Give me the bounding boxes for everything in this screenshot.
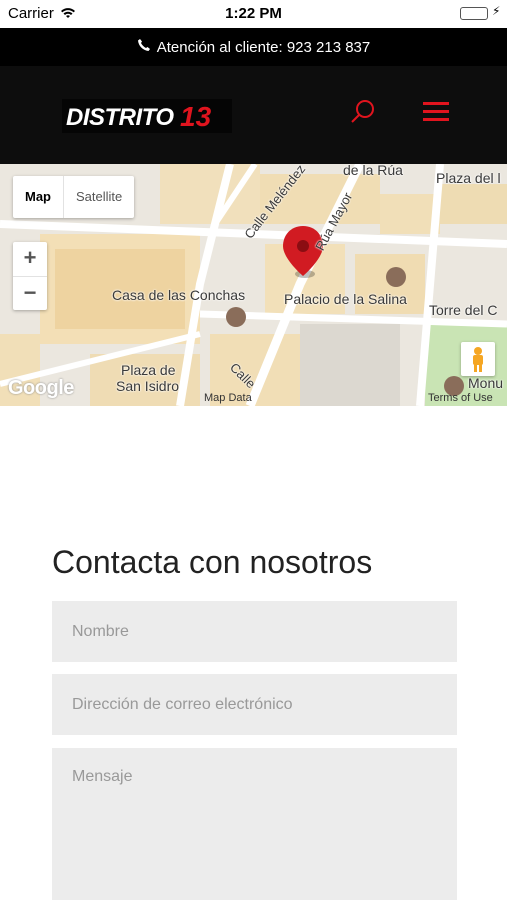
- name-input[interactable]: Nombre: [52, 601, 457, 662]
- clock: 1:22 PM: [225, 5, 282, 22]
- battery-icon: [460, 7, 488, 20]
- customer-service-bar[interactable]: Atención al cliente: 923 213 837: [0, 28, 507, 66]
- menu-bar-1: [423, 102, 449, 105]
- phone-icon: [137, 38, 151, 56]
- svg-text:DISTRITO: DISTRITO: [66, 104, 174, 131]
- zoom-in-button[interactable]: +: [13, 242, 47, 276]
- site-logo[interactable]: DISTRITO 13: [62, 99, 232, 133]
- map-label-torre-del: Torre del C: [429, 302, 498, 318]
- site-header: DISTRITO 13: [0, 66, 507, 164]
- menu-bar-2: [423, 110, 449, 113]
- status-bar: Carrier 1:22 PM ⚡: [0, 0, 507, 28]
- map-label-de-la-rua: de la Rúa: [343, 164, 403, 178]
- map-label-monu: Monu: [468, 375, 504, 391]
- map-type-map-button[interactable]: Map: [13, 176, 63, 218]
- zoom-out-button[interactable]: −: [13, 276, 47, 310]
- email-input[interactable]: Dirección de correo electrónico: [52, 674, 457, 735]
- customer-service-text: Atención al cliente: 923 213 837: [156, 38, 371, 56]
- map-label-plaza-de: Plaza de: [121, 362, 176, 378]
- svg-text:13: 13: [180, 101, 212, 132]
- terms-of-use-link[interactable]: Terms of Use: [428, 392, 493, 404]
- location-map[interactable]: Calle Meléndez de la Rúa Plaza del l Rúa…: [0, 164, 507, 406]
- message-textarea[interactable]: Mensaje: [52, 748, 457, 900]
- charging-icon: ⚡: [492, 4, 501, 18]
- contact-title: Contacta con nosotros: [52, 544, 373, 580]
- map-label-san-isidro: San Isidro: [116, 378, 180, 394]
- google-logo: Google: [8, 377, 74, 399]
- hamburger-menu-button[interactable]: [423, 102, 449, 122]
- map-label-plaza-del: Plaza del l: [436, 170, 501, 186]
- map-label-palacio-salina: Palacio de la Salina: [284, 291, 407, 307]
- map-type-control: Map Satellite: [13, 176, 135, 218]
- street-view-pegman-button[interactable]: [461, 342, 495, 376]
- search-icon: [351, 100, 374, 123]
- menu-bar-3: [423, 118, 449, 121]
- map-data-link[interactable]: Map Data: [204, 392, 252, 404]
- pegman-icon: [473, 347, 483, 372]
- map-type-satellite-button[interactable]: Satellite: [63, 176, 134, 218]
- zoom-control: + −: [13, 242, 47, 310]
- search-button[interactable]: [349, 98, 377, 126]
- map-label-casa-conchas: Casa de las Conchas: [112, 287, 246, 303]
